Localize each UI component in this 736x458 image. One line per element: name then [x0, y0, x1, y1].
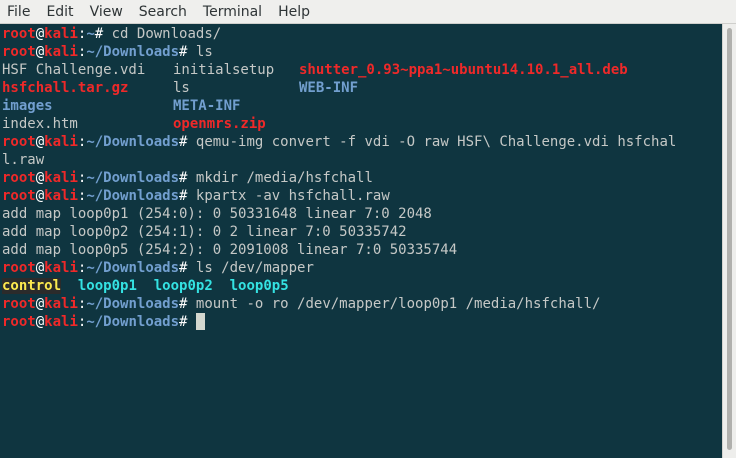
device-entry: control [2, 278, 62, 294]
file-entry: META-INF [173, 98, 241, 114]
terminal-scrollbar[interactable] [722, 24, 736, 458]
menu-terminal[interactable]: Terminal [195, 0, 270, 24]
ls-output-row: index.htm openmrs.zip [2, 115, 722, 133]
menu-file[interactable]: File [0, 0, 38, 24]
terminal-output[interactable]: root@kali:~# cd Downloads/ root@kali:~/D… [0, 24, 722, 458]
mapper-output-row: control loop0p1 loop0p2 loop0p5 [2, 277, 722, 295]
file-entry: openmrs.zip [173, 116, 266, 132]
ls-output-row: HSF Challenge.vdi initialsetup shutter_0.9… [2, 61, 722, 79]
device-entry: loop0p1 [77, 278, 137, 294]
menu-view[interactable]: View [82, 0, 131, 24]
terminal-line: root@kali:~/Downloads# kpartx -av hsfcha… [2, 188, 390, 204]
file-entry: ls [173, 80, 190, 96]
terminal-line: root@kali:~/Downloads# ls /dev/mapper [2, 260, 314, 276]
ls-output-row: hsfchall.tar.gz ls WEB-INF [2, 79, 722, 97]
menu-edit[interactable]: Edit [38, 0, 81, 24]
file-entry: WEB-INF [299, 80, 359, 96]
menu-search[interactable]: Search [131, 0, 195, 24]
file-entry: initialsetup [173, 62, 275, 78]
prompt-host: kali [44, 26, 78, 42]
command-text: cd Downloads/ [111, 26, 222, 42]
kpartx-output-line: add map loop0p2 (254:1): 0 2 linear 7:0 … [2, 224, 407, 240]
device-entry: loop0p2 [153, 278, 213, 294]
terminal-line: root@kali:~/Downloads# ls [2, 44, 213, 60]
device-entry: loop0p5 [229, 278, 289, 294]
scrollbar-thumb[interactable] [727, 28, 732, 450]
kpartx-output-line: add map loop0p5 (254:2): 0 2091008 linea… [2, 242, 458, 258]
terminal-line: root@kali:~/Downloads# qemu-img convert … [2, 134, 677, 150]
kpartx-output-line: add map loop0p1 (254:0): 0 50331648 line… [2, 206, 432, 222]
file-entry: images [2, 98, 53, 114]
prompt-path: ~ [86, 26, 95, 42]
terminal-line: l.raw [2, 152, 45, 168]
terminal-line: root@kali:~# cd Downloads/ [2, 26, 222, 42]
current-prompt[interactable]: root@kali:~/Downloads# [2, 313, 722, 331]
file-entry: shutter_0.93~ppa1~ubuntu14.10.1_all.deb [299, 62, 628, 78]
text-cursor [195, 313, 205, 330]
terminal-line: root@kali:~/Downloads# mkdir /media/hsfc… [2, 170, 373, 186]
prompt-user: root [2, 26, 36, 42]
file-entry: hsfchall.tar.gz [2, 80, 129, 96]
ls-output-row: images META-INF [2, 97, 722, 115]
terminal-line: root@kali:~/Downloads# mount -o ro /dev/… [2, 296, 601, 312]
menu-help[interactable]: Help [270, 0, 318, 24]
menu-bar: File Edit View Search Terminal Help [0, 0, 736, 24]
file-entry: index.htm [2, 116, 78, 132]
file-entry: HSF Challenge.vdi [2, 62, 146, 78]
